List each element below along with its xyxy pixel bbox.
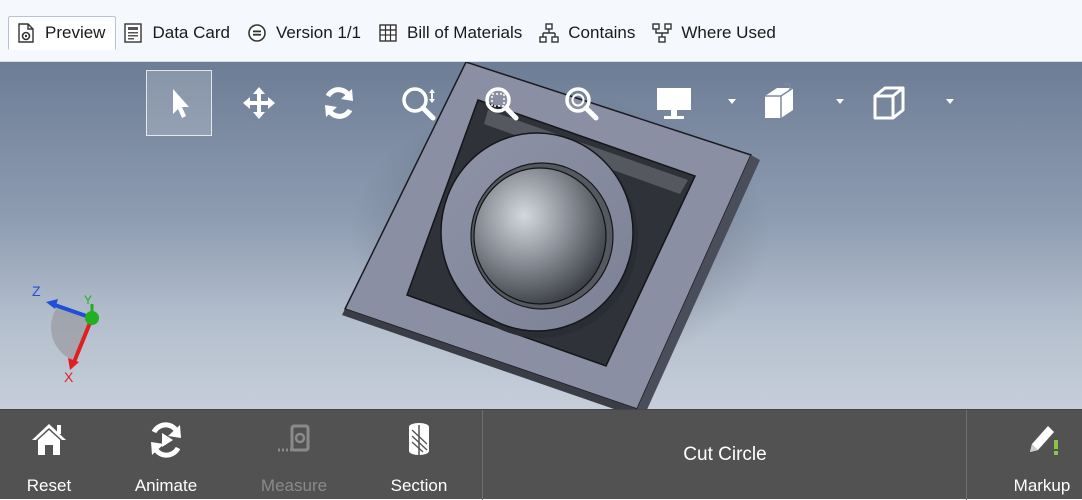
markup-button[interactable]: Markup — [1010, 410, 1074, 500]
display-dropdown-caret[interactable] — [728, 99, 736, 104]
model-viewport[interactable]: Z Y X — [0, 62, 1082, 409]
animate-button[interactable]: Animate — [124, 410, 208, 500]
reset-button[interactable]: Reset — [22, 410, 76, 500]
tab-preview[interactable]: Preview — [8, 16, 117, 50]
tab-contains[interactable]: Contains — [532, 17, 645, 49]
measure-button[interactable]: Measure — [252, 410, 336, 500]
contains-icon — [538, 22, 560, 44]
zoom-icon[interactable] — [386, 70, 452, 136]
reset-label: Reset — [26, 476, 72, 495]
standard-views-dropdown-caret[interactable] — [946, 99, 954, 104]
section-icon — [399, 416, 439, 464]
view-orientation-icon[interactable] — [746, 70, 812, 136]
view-orientation-dropdown-caret[interactable] — [836, 99, 844, 104]
tab-label: Where Used — [681, 23, 776, 42]
measure-icon — [274, 416, 314, 464]
tab-data-card[interactable]: Data Card — [116, 17, 239, 49]
markup-icon — [1022, 416, 1062, 464]
bottom-toolbar: Reset Animate Measure Section Cut Circle… — [0, 409, 1082, 500]
preview-icon — [15, 22, 37, 44]
zoom-to-area-icon[interactable] — [468, 70, 534, 136]
divider — [482, 410, 483, 500]
section-button[interactable]: Section — [382, 410, 456, 500]
section-label: Section — [390, 476, 448, 495]
axis-x-label: X — [64, 369, 74, 384]
select-icon[interactable] — [146, 70, 212, 136]
rotate-icon[interactable] — [306, 70, 372, 136]
axis-y-label: Y — [84, 293, 92, 307]
zoom-to-fit-icon[interactable] — [548, 70, 614, 136]
feature-name: Cut Circle — [683, 444, 767, 465]
tab-list: Preview Data Card Version 1/1 Bill of Ma… — [8, 16, 786, 50]
animate-label: Animate — [134, 476, 198, 495]
standard-views-icon[interactable] — [856, 70, 922, 136]
tab-bar: Preview Data Card Version 1/1 Bill of Ma… — [0, 0, 1082, 62]
axis-z-label: Z — [32, 283, 41, 299]
bill-of-materials-icon — [377, 22, 399, 44]
measure-label: Measure — [260, 476, 328, 495]
pan-icon[interactable] — [226, 70, 292, 136]
tab-where-used[interactable]: Where Used — [645, 17, 785, 49]
divider — [966, 410, 967, 500]
version-icon — [246, 22, 268, 44]
data-card-icon — [122, 22, 144, 44]
tab-version[interactable]: Version 1/1 — [240, 17, 371, 49]
tab-label: Bill of Materials — [407, 23, 523, 42]
tab-label: Data Card — [152, 23, 230, 42]
axis-triad: Z Y X — [32, 283, 99, 384]
animate-icon — [146, 416, 186, 464]
display-icon[interactable] — [642, 70, 708, 136]
tab-label: Contains — [568, 23, 636, 42]
tab-label: Version 1/1 — [275, 23, 362, 42]
where-used-icon — [651, 22, 673, 44]
tab-label: Preview — [45, 23, 106, 42]
tab-bill-of-materials[interactable]: Bill of Materials — [371, 17, 532, 49]
home-icon — [29, 416, 69, 464]
markup-label: Markup — [1013, 476, 1071, 495]
